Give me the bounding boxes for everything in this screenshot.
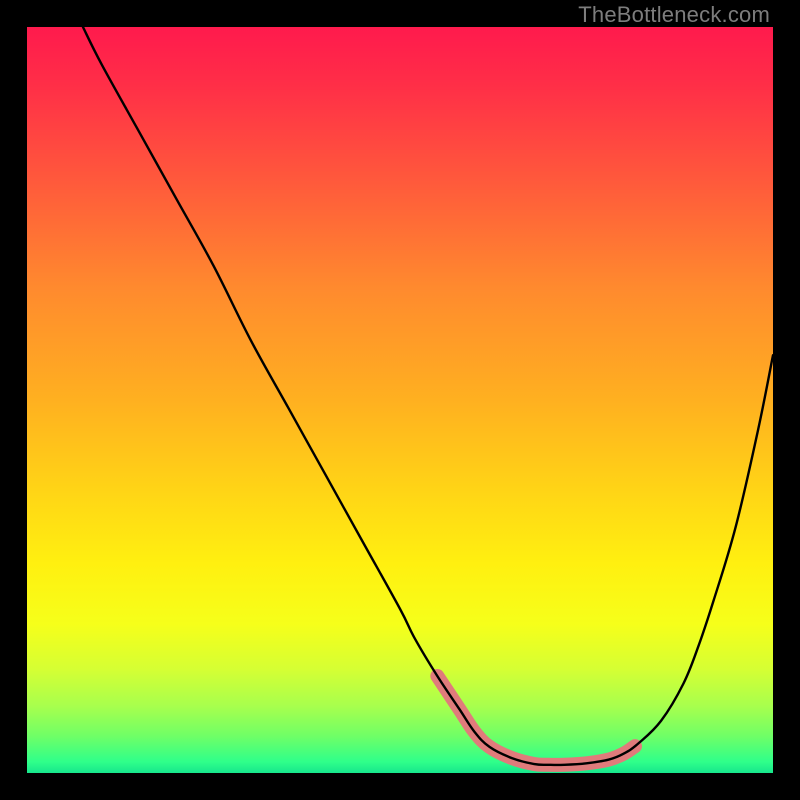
bottleneck-curve: [83, 27, 773, 765]
plot-area: [27, 27, 773, 773]
chart-stage: TheBottleneck.com: [0, 0, 800, 800]
curve-layer: [27, 27, 773, 773]
watermark-text: TheBottleneck.com: [578, 2, 770, 28]
